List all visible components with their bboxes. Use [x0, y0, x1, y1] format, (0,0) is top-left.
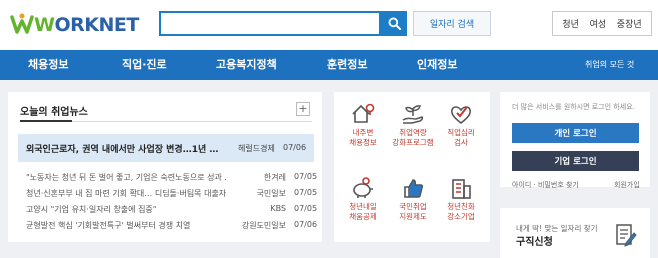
news-item-source: KBS — [270, 204, 286, 213]
search-icon — [388, 17, 401, 30]
worknet-logo-icon — [10, 13, 34, 34]
news-list-item[interactable]: "노동자는 청년 뒤 돈 벌어 좋고, 기업은 숙련노동으로 성과 … 한겨레 … — [26, 172, 318, 184]
document-pen-icon — [616, 224, 637, 247]
worknet-logo[interactable]: WORKNET — [10, 11, 139, 37]
join-link[interactable]: 회원가입 — [614, 180, 640, 190]
service-label: 국민취업 지원제도 — [399, 202, 427, 221]
news-list-item[interactable]: 고양시 "기업 유치·일자리 창출에 집중" KBS 07/05 — [26, 204, 318, 216]
news-more-button[interactable]: + — [296, 102, 310, 116]
news-item-date: 07/06 — [294, 220, 318, 229]
service-youth-friendly-company[interactable]: 청년친화 강소기업 — [438, 176, 484, 240]
service-psych-test[interactable]: 직업심리 검사 — [438, 102, 484, 166]
site-header: WORKNET 일자리 검색 청년 여성 중장년 — [0, 0, 658, 50]
news-item-date: 07/05 — [294, 204, 318, 213]
nav-item-employment-welfare[interactable]: 고용복지정책 — [216, 50, 277, 80]
news-item-date: 07/05 — [294, 188, 318, 197]
news-highlight-date: 07/06 — [283, 143, 307, 152]
news-item-title: 청년·신혼부부 내 집 마련 기회 확대… 디딤돌·버팀목 대출자… — [26, 189, 226, 198]
job-application-panel[interactable]: 내게 딱! 맞는 일자리 찾기 구직신청 — [500, 208, 650, 258]
news-item-source: 국민일보 — [256, 189, 286, 198]
news-panel: 오늘의 취업뉴스 + 외국인근로자, 권역 내에서만 사업장 변경…1년 … 헤… — [8, 92, 322, 242]
service-youth-savings[interactable]: 청년내일 채움공제 — [340, 176, 386, 240]
piggy-bank-icon — [353, 177, 373, 198]
news-item-source: 한겨레 — [263, 173, 286, 182]
main-nav: 채용정보 직업·진로 고용복지정책 훈련정보 인재정보 취업의 모든 것 — [0, 50, 658, 80]
news-list-item[interactable]: 청년·신혼부부 내 집 마련 기회 확대… 디딤돌·버팀목 대출자… 국민일보 … — [26, 188, 318, 200]
login-links: 아이디 · 비밀번호 찾기 회원가입 — [512, 180, 642, 190]
nav-item-recruitment[interactable]: 채용정보 — [28, 50, 68, 80]
logo-text: WORKNET — [34, 14, 139, 36]
search-input[interactable] — [159, 11, 381, 36]
find-id-password-link[interactable]: 아이디 · 비밀번호 찾기 — [512, 181, 579, 189]
service-label: 청년친화 강소기업 — [447, 202, 475, 221]
thumbs-up-icon — [404, 179, 424, 198]
service-nearby-jobs[interactable]: 내주변 채용정보 — [340, 102, 386, 166]
tab-youth[interactable]: 청년 — [562, 17, 579, 30]
news-title: 오늘의 취업뉴스 — [20, 107, 88, 118]
service-label: 청년내일 채움공제 — [349, 202, 377, 221]
tab-middle-aged[interactable]: 중장년 — [617, 17, 642, 30]
news-highlight-source: 헤럴드경제 — [238, 144, 275, 153]
house-map-icon — [352, 103, 375, 123]
user-type-tabs: 청년 여성 중장년 — [552, 11, 652, 36]
service-label: 내주변 채용정보 — [349, 128, 377, 147]
news-item-title: 고양시 "기업 유치·일자리 창출에 집중" — [26, 205, 157, 214]
service-national-support[interactable]: 국민취업 지원제도 — [390, 176, 436, 240]
news-highlight-item[interactable]: 외국인근로자, 권역 내에서만 사업장 변경…1년 … 헤럴드경제 07/06 — [18, 134, 314, 162]
service-employment-program[interactable]: 취업역량 강화프로그램 — [390, 102, 436, 166]
nav-all-services[interactable]: 취업의 모든 것 — [585, 50, 634, 80]
building-icon — [452, 179, 471, 199]
job-application-title: 구직신청 — [516, 237, 553, 248]
news-item-title: "노동자는 청년 뒤 돈 벌어 좋고, 기업은 숙련노동으로 성과 … — [26, 173, 226, 182]
news-item-source: 강원도민일보 — [241, 221, 286, 230]
login-panel: 더 많은 서비스를 원하시면 로그인 하세요. 개인 로그인 기업 로그인 아이… — [500, 92, 650, 190]
news-item-title: 균형발전 핵심 '기회발전특구' 벌써부터 경쟁 치열 — [26, 221, 191, 230]
news-highlight-title: 외국인근로자, 권역 내에서만 사업장 변경…1년 … — [26, 145, 219, 155]
news-list-item[interactable]: 균형발전 핵심 '기회발전특구' 벌써부터 경쟁 치열 강원도민일보 07/06 — [26, 220, 318, 232]
nav-item-talent[interactable]: 인재정보 — [417, 50, 457, 80]
tab-women[interactable]: 여성 — [590, 17, 607, 30]
personal-login-button[interactable]: 개인 로그인 — [512, 123, 639, 143]
news-item-date: 07/05 — [294, 172, 318, 181]
news-title-underline — [20, 120, 72, 122]
login-info-text: 더 많은 서비스를 원하시면 로그인 하세요. — [512, 103, 635, 111]
service-label: 취업역량 강화프로그램 — [392, 128, 434, 147]
heart-check-icon — [450, 106, 472, 125]
job-search-button[interactable]: 일자리 검색 — [413, 11, 491, 36]
nav-item-career[interactable]: 직업·진로 — [122, 50, 167, 80]
search-button[interactable] — [381, 11, 407, 36]
service-label: 직업심리 검사 — [447, 128, 475, 147]
sprout-hand-icon — [402, 105, 424, 124]
quick-services-panel: 내주변 채용정보 취업역량 강화프로그램 직업심리 검사 청년내일 채움공제 국… — [334, 92, 490, 242]
nav-item-training[interactable]: 훈련정보 — [327, 50, 367, 80]
company-login-button[interactable]: 기업 로그인 — [512, 151, 639, 171]
